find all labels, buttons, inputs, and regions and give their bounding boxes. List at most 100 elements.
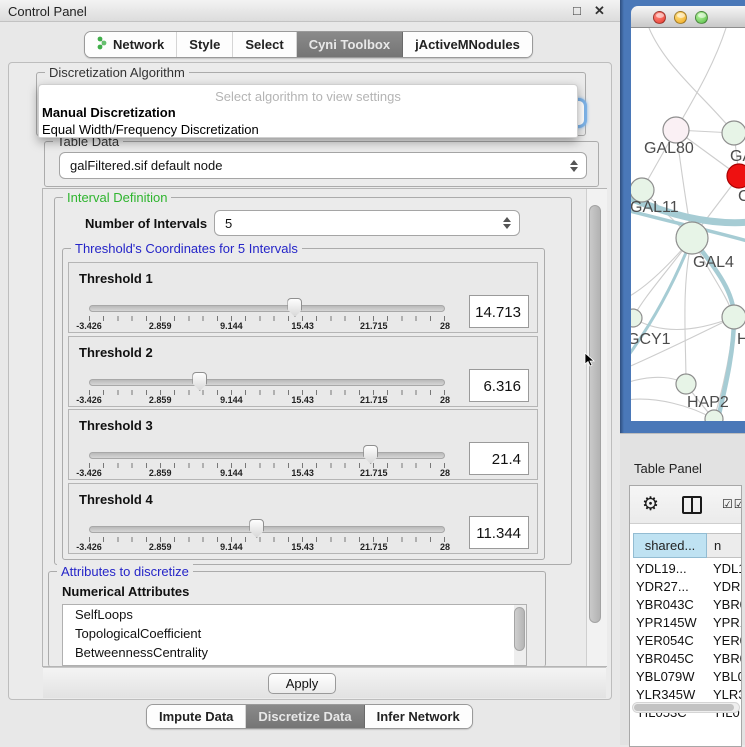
attributes-vscrollbar[interactable] bbox=[514, 605, 526, 665]
threshold-1-slider[interactable] bbox=[89, 301, 445, 315]
slider-track bbox=[89, 305, 445, 312]
table-hscrollbar-thumb[interactable] bbox=[634, 704, 734, 711]
slider-tick-labels: -3.426 2.859 9.144 15.43 21.715 28 bbox=[89, 468, 445, 480]
list-item[interactable]: BetweennessCentrality bbox=[63, 643, 526, 662]
threshold-3-panel: Threshold 3 -3.426 2.859 9.144 15.43 21.… bbox=[68, 409, 538, 480]
control-panel-tabs: Network Style Select Cyni Toolbox jActiv… bbox=[84, 31, 533, 58]
table-row[interactable]: YDL19...YDL1 bbox=[633, 561, 742, 579]
bottom-tabs: Impute Data Discretize Data Infer Networ… bbox=[146, 704, 473, 729]
table-toolbar: ⚙ ☑☑ bbox=[630, 486, 741, 524]
slider-track bbox=[89, 379, 445, 386]
select-checkboxes-icon[interactable]: ☑☑ bbox=[722, 497, 742, 511]
mouse-cursor bbox=[584, 352, 596, 368]
zoom-traffic-light-icon[interactable] bbox=[695, 11, 708, 24]
node-label-partial-ga: GA bbox=[730, 148, 745, 166]
threshold-3-label: Threshold 3 bbox=[79, 418, 153, 433]
threshold-1-value-field[interactable]: 14.713 bbox=[469, 295, 529, 328]
slider-handle[interactable] bbox=[249, 519, 264, 538]
network-window-titlebar bbox=[631, 6, 745, 28]
table-panel-title: Table Panel bbox=[634, 461, 702, 476]
node-label-partial-h: H bbox=[737, 331, 745, 349]
threshold-2-value-field[interactable]: 6.316 bbox=[469, 369, 529, 402]
threshold-2-slider[interactable] bbox=[89, 375, 445, 389]
tab-impute-data[interactable]: Impute Data bbox=[147, 705, 246, 728]
slider-track bbox=[89, 526, 445, 533]
table-panel-body: ⚙ ☑☑ shared... n YDL19...YDL1 YDR27...YD… bbox=[629, 485, 742, 747]
columns-icon[interactable] bbox=[682, 496, 702, 514]
num-intervals-value: 5 bbox=[225, 216, 232, 231]
minimize-traffic-light-icon[interactable] bbox=[674, 11, 687, 24]
threshold-4-panel: Threshold 4 -3.426 2.859 9.144 15.43 21.… bbox=[68, 483, 538, 554]
node-label-gal80: GAL80 bbox=[644, 140, 694, 158]
tab-network[interactable]: Network bbox=[85, 32, 177, 57]
threshold-4-slider[interactable] bbox=[89, 522, 445, 536]
apply-button[interactable]: Apply bbox=[268, 673, 336, 694]
network-graph bbox=[631, 28, 745, 421]
tab-cyni-toolbox[interactable]: Cyni Toolbox bbox=[297, 32, 403, 57]
tab-jactivemnodules[interactable]: jActiveMNodules bbox=[403, 32, 532, 57]
threshold-4-label: Threshold 4 bbox=[79, 492, 153, 507]
table-row[interactable]: YBR043CYBR0 bbox=[633, 597, 742, 615]
table-data-groupbox: Table Data galFiltered.sif default node bbox=[44, 141, 599, 187]
panel-vscrollbar-thumb[interactable] bbox=[589, 205, 601, 623]
column-header-name[interactable]: n bbox=[707, 533, 742, 558]
table-row[interactable]: YBR045CYBR0 bbox=[633, 651, 742, 669]
num-intervals-label: Number of Intervals bbox=[85, 216, 207, 231]
interval-group-label: Interval Definition bbox=[63, 190, 171, 205]
threshold-1-label: Threshold 1 bbox=[79, 271, 153, 286]
tab-select[interactable]: Select bbox=[233, 32, 296, 57]
list-item[interactable]: SelfLoops bbox=[63, 605, 526, 624]
algorithm-group-label: Discretization Algorithm bbox=[45, 65, 189, 80]
column-header-shared-name[interactable]: shared... bbox=[633, 533, 707, 558]
threshold-1-panel: Threshold 1 -3.426 2.859 9.144 15.43 21.… bbox=[68, 262, 538, 333]
node-label-hap2: HAP2 bbox=[687, 394, 729, 412]
threshold-2-panel: Threshold 2 -3.426 2.859 9.144 15.43 21.… bbox=[68, 336, 538, 407]
panel-title: Control Panel bbox=[8, 4, 87, 19]
table-row[interactable]: YDR27...YDR2 bbox=[633, 579, 742, 597]
table-row[interactable]: YBL079WYBL0 bbox=[633, 669, 742, 687]
gear-icon[interactable]: ⚙ bbox=[642, 493, 659, 516]
dropdown-prompt: Select algorithm to view settings bbox=[39, 89, 577, 104]
slider-handle[interactable] bbox=[192, 372, 207, 391]
threshold-2-label: Threshold 2 bbox=[79, 345, 153, 360]
dropdown-item-equal-width[interactable]: Equal Width/Frequency Discretization bbox=[42, 122, 259, 137]
threshold-3-value-field[interactable]: 21.4 bbox=[469, 442, 529, 475]
stepper-icon bbox=[503, 217, 512, 229]
node-label-gal4: GAL4 bbox=[693, 254, 734, 272]
num-intervals-combobox[interactable]: 5 bbox=[214, 210, 520, 236]
panel-vscrollbar[interactable] bbox=[586, 189, 607, 666]
dropdown-item-manual[interactable]: Manual Discretization bbox=[42, 105, 176, 120]
attributes-group-label: Attributes to discretize bbox=[57, 564, 193, 579]
close-traffic-light-icon[interactable] bbox=[653, 11, 666, 24]
slider-handle[interactable] bbox=[287, 298, 302, 317]
slider-handle[interactable] bbox=[363, 445, 378, 464]
close-icon[interactable]: ✕ bbox=[594, 3, 605, 19]
table-row[interactable]: YPR145WYPR1 bbox=[633, 615, 742, 633]
slider-tick-labels: -3.426 2.859 9.144 15.43 21.715 28 bbox=[89, 542, 445, 554]
table-panel: Table Panel ⚙ ☑☑ shared... n YDL19...YDL… bbox=[620, 433, 745, 745]
slider-tick-labels: -3.426 2.859 9.144 15.43 21.715 28 bbox=[89, 395, 445, 407]
float-window-icon[interactable]: □ bbox=[573, 3, 581, 18]
slider-track bbox=[89, 452, 445, 459]
slider-tick-labels: -3.426 2.859 9.144 15.43 21.715 28 bbox=[89, 321, 445, 333]
algorithm-dropdown-popup: Select algorithm to view settings Manual… bbox=[38, 84, 578, 138]
apply-strip: Apply bbox=[43, 667, 606, 698]
node-label-partial-c: C bbox=[738, 188, 745, 206]
tab-discretize-data[interactable]: Discretize Data bbox=[246, 705, 364, 728]
table-row[interactable]: YER054CYER0 bbox=[633, 633, 742, 651]
threshold-3-slider[interactable] bbox=[89, 448, 445, 462]
tab-style[interactable]: Style bbox=[177, 32, 233, 57]
node-label-gal11: GAL11 bbox=[631, 199, 679, 217]
list-item[interactable]: TopologicalCoefficient bbox=[63, 624, 526, 643]
network-window-frame: GAL80 GA C GAL11 GAL4 GCY1 H HAP2 bbox=[620, 0, 745, 433]
stepper-icon bbox=[570, 160, 579, 172]
network-canvas[interactable]: GAL80 GA C GAL11 GAL4 GCY1 H HAP2 bbox=[631, 28, 745, 421]
table-hscrollbar[interactable] bbox=[632, 702, 740, 713]
node-label-gcy1: GCY1 bbox=[631, 331, 671, 349]
attributes-vscrollbar-thumb[interactable] bbox=[514, 607, 525, 651]
threshold-4-value-field[interactable]: 11.344 bbox=[469, 516, 529, 549]
attributes-list[interactable]: SelfLoops TopologicalCoefficient Between… bbox=[62, 604, 527, 666]
table-data-combobox[interactable]: galFiltered.sif default node bbox=[59, 152, 587, 179]
table-data-value: galFiltered.sif default node bbox=[70, 158, 222, 173]
tab-infer-network[interactable]: Infer Network bbox=[365, 705, 472, 728]
